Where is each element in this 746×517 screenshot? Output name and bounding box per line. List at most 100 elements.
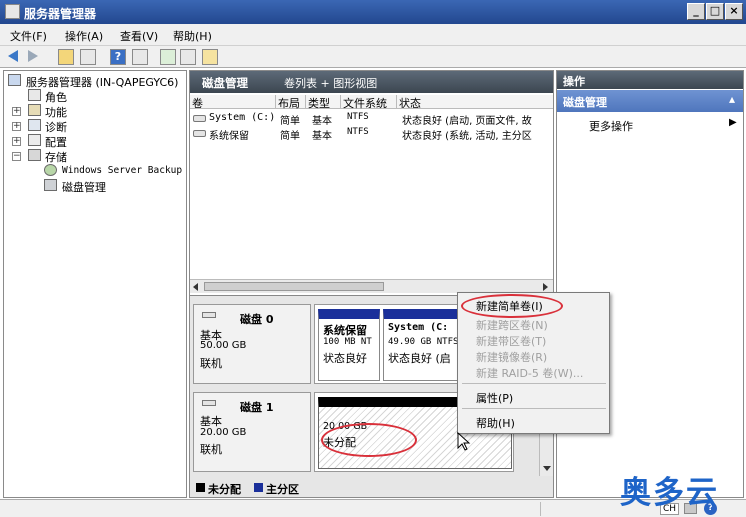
- partition-status: 状态良好: [323, 352, 367, 365]
- volume-name: System (C:): [209, 112, 276, 123]
- close-button[interactable]: ×: [725, 3, 743, 20]
- roles-icon: [28, 89, 41, 101]
- tree-item-roles[interactable]: 角色: [45, 89, 67, 105]
- disk-1-info[interactable]: 磁盘 1 基本 20.00 GB 联机: [193, 392, 311, 472]
- legend-unallocated-swatch: [196, 483, 205, 492]
- watermark: 奥多云: [620, 475, 719, 511]
- volume-layout: 简单: [280, 131, 300, 142]
- actions-header-title: 操作: [563, 75, 585, 88]
- disk-0-state: 联机: [200, 357, 222, 370]
- context-menu: 新建简单卷(I) 新建跨区卷(N) 新建带区卷(T) 新建镜像卷(R) 新建 R…: [457, 292, 610, 434]
- settings-icon[interactable]: [202, 49, 218, 65]
- expand-diagnostics-icon[interactable]: +: [12, 122, 21, 131]
- disk-management-icon: [44, 179, 57, 191]
- toolbar: ?: [0, 46, 746, 68]
- partition-size: 49.90 GB NTFS: [388, 337, 459, 347]
- volume-name: 系统保留: [209, 131, 249, 142]
- menu-item-help[interactable]: 帮助(H): [476, 415, 515, 431]
- tree-item-diagnostics[interactable]: 诊断: [45, 119, 67, 135]
- volume-type: 基本: [312, 131, 332, 142]
- table-row[interactable]: System (C:) 简单 基本 NTFS 状态良好 (启动, 页面文件, 故: [190, 112, 553, 127]
- partition-name: System (C:: [388, 322, 449, 333]
- disk-1-name: 磁盘 1: [240, 401, 274, 414]
- maximize-button[interactable]: □: [706, 3, 724, 20]
- collapse-section-icon[interactable]: ▴: [729, 92, 735, 106]
- column-header-layout[interactable]: 布局: [276, 95, 306, 110]
- navigation-tree: 服务器管理器 (IN-QAPEGYC6) 角色 + 功能 + 诊断 + 配置 −…: [3, 70, 187, 498]
- horizontal-scrollbar[interactable]: [190, 279, 553, 293]
- title-bar: 服务器管理器 _ □ ×: [0, 0, 746, 24]
- expand-configuration-icon[interactable]: +: [12, 137, 21, 146]
- column-header-volume[interactable]: 卷: [190, 95, 276, 110]
- center-header-title: 磁盘管理: [202, 76, 248, 90]
- disk-1-size: 20.00 GB: [200, 427, 247, 438]
- menu-item-new-mirrored-volume: 新建镜像卷(R): [476, 351, 548, 364]
- server-manager-icon: [5, 4, 20, 19]
- scroll-right-icon[interactable]: [543, 283, 548, 291]
- tree-item-windows-server-backup[interactable]: Windows Server Backup: [62, 165, 182, 176]
- collapse-storage-icon[interactable]: −: [12, 152, 21, 161]
- center-header: 磁盘管理 卷列表 + 图形视图: [190, 71, 553, 93]
- scroll-down-icon[interactable]: [543, 466, 551, 471]
- scroll-left-icon[interactable]: [193, 283, 198, 291]
- export-icon[interactable]: [180, 49, 196, 65]
- column-header-type[interactable]: 类型: [306, 95, 341, 110]
- legend-unallocated-label: 未分配: [208, 483, 241, 496]
- disk-0-info[interactable]: 磁盘 0 基本 50.00 GB 联机: [193, 304, 311, 384]
- table-row[interactable]: 系统保留 简单 基本 NTFS 状态良好 (系统, 活动, 主分区: [190, 127, 553, 142]
- back-icon[interactable]: [8, 50, 18, 62]
- tree-item-configuration[interactable]: 配置: [45, 134, 67, 150]
- minimize-button[interactable]: _: [687, 3, 705, 20]
- actions-section[interactable]: 磁盘管理 ▴: [557, 90, 743, 112]
- disk-icon: [202, 400, 216, 406]
- menu-action[interactable]: 操作(A): [65, 28, 103, 44]
- more-actions-link[interactable]: 更多操作: [589, 118, 633, 134]
- column-header-filesystem[interactable]: 文件系统: [341, 95, 397, 110]
- storage-icon: [28, 149, 41, 161]
- disk-1-state: 联机: [200, 443, 222, 456]
- volume-status: 状态良好 (系统, 活动, 主分区: [402, 131, 532, 142]
- tree-item-storage[interactable]: 存储: [45, 149, 67, 165]
- legend: 未分配 主分区: [193, 480, 550, 496]
- window-title: 服务器管理器: [24, 7, 97, 21]
- center-header-views: 卷列表 + 图形视图: [284, 77, 378, 90]
- disk-0-name: 磁盘 0: [240, 313, 274, 326]
- configuration-icon: [28, 134, 41, 146]
- actions-section-title: 磁盘管理: [563, 96, 607, 109]
- volume-type: 基本: [312, 116, 332, 127]
- show-hide-tree-icon[interactable]: [80, 49, 96, 65]
- backup-icon: [44, 164, 57, 176]
- menu-file[interactable]: 文件(F): [10, 28, 47, 44]
- status-divider: [540, 502, 541, 516]
- diagnostics-icon: [28, 119, 41, 131]
- menu-separator: [462, 408, 606, 409]
- volume-layout: 简单: [280, 116, 300, 127]
- help-icon[interactable]: ?: [110, 49, 126, 65]
- menu-item-new-striped-volume: 新建带区卷(T): [476, 335, 547, 348]
- tree-root[interactable]: 服务器管理器 (IN-QAPEGYC6): [26, 74, 178, 90]
- scroll-thumb[interactable]: [204, 282, 384, 291]
- disk-0-size: 50.00 GB: [200, 340, 247, 351]
- partition-system-reserved[interactable]: 系统保留 100 MB NT 状态良好: [318, 309, 380, 381]
- refresh-icon[interactable]: [160, 49, 176, 65]
- annotation-circle: [321, 423, 417, 457]
- up-folder-icon[interactable]: [58, 49, 74, 65]
- expand-features-icon[interactable]: +: [12, 107, 21, 116]
- mouse-cursor-icon: [457, 432, 471, 451]
- tree-item-disk-management[interactable]: 磁盘管理: [62, 179, 106, 195]
- features-icon: [28, 104, 41, 116]
- disk-icon: [202, 312, 216, 318]
- tree-item-features[interactable]: 功能: [45, 104, 67, 120]
- column-header-status[interactable]: 状态: [397, 95, 553, 110]
- properties-icon[interactable]: [132, 49, 148, 65]
- actions-header: 操作: [557, 71, 743, 89]
- menu-view[interactable]: 查看(V): [120, 28, 158, 44]
- menu-item-properties[interactable]: 属性(P): [476, 390, 513, 406]
- forward-icon[interactable]: [28, 50, 38, 62]
- menu-help[interactable]: 帮助(H): [173, 28, 212, 44]
- submenu-arrow-icon: ▶: [729, 117, 737, 128]
- server-icon: [8, 74, 21, 86]
- menu-item-new-spanned-volume: 新建跨区卷(N): [476, 319, 548, 332]
- annotation-circle: [461, 294, 563, 318]
- volume-icon: [193, 130, 206, 137]
